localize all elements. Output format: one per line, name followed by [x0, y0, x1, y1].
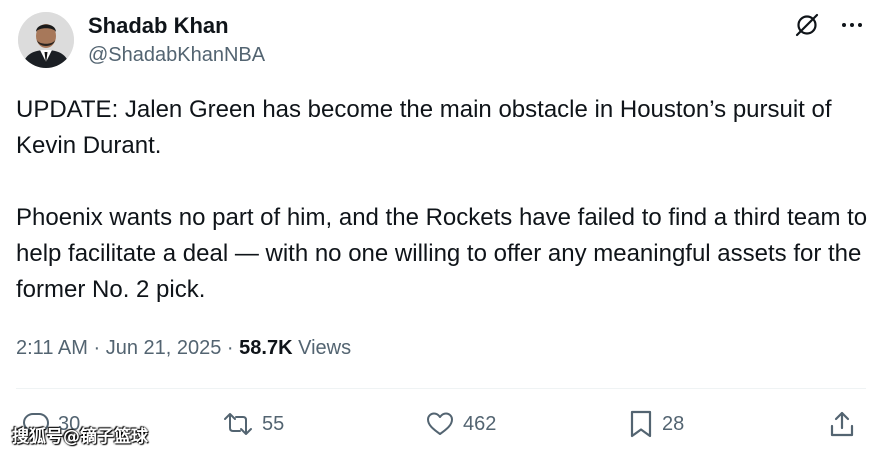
tweet-text: UPDATE: Jalen Green has become the main …	[16, 92, 872, 308]
share-button[interactable]	[828, 404, 856, 444]
repost-icon	[222, 410, 254, 438]
divider	[16, 388, 866, 389]
meta-separator: ·	[93, 337, 101, 359]
watermark: 搜狐号@镝子篮球	[12, 427, 148, 447]
tweet-time[interactable]: 2:11 AM	[16, 337, 88, 359]
repost-count: 55	[262, 412, 285, 435]
tweet-paragraph: UPDATE: Jalen Green has become the main …	[16, 96, 832, 159]
author-name[interactable]: Shadab Khan	[88, 12, 229, 40]
avatar-image	[18, 12, 74, 68]
repost-button[interactable]: 55	[222, 404, 284, 444]
tweet-date[interactable]: Jun 21, 2025	[106, 337, 222, 359]
share-icon	[828, 409, 856, 439]
bookmark-button[interactable]: 28	[628, 404, 684, 444]
avatar[interactable]	[18, 12, 74, 68]
author-handle[interactable]: @ShadabKhanNBA	[88, 42, 265, 68]
heart-icon	[425, 410, 455, 438]
more-options-icon[interactable]	[840, 13, 864, 37]
bookmark-count: 28	[662, 412, 685, 435]
views-count: 58.7K	[239, 337, 293, 359]
like-button[interactable]: 462	[425, 404, 496, 444]
tweet-meta: 2:11 AM · Jun 21, 2025 · 58.7K Views	[16, 334, 351, 362]
bookmark-icon	[628, 409, 654, 439]
meta-separator: ·	[226, 337, 234, 359]
tweet-top-actions	[794, 12, 864, 38]
tweet-card: Shadab Khan @ShadabKhanNBA UPDATE: Jalen…	[0, 0, 882, 452]
tweet-paragraph: Phoenix wants no part of him, and the Ro…	[16, 204, 868, 303]
grok-slash-icon[interactable]	[794, 12, 820, 38]
views-label: Views	[298, 337, 352, 359]
like-count: 462	[463, 412, 497, 435]
